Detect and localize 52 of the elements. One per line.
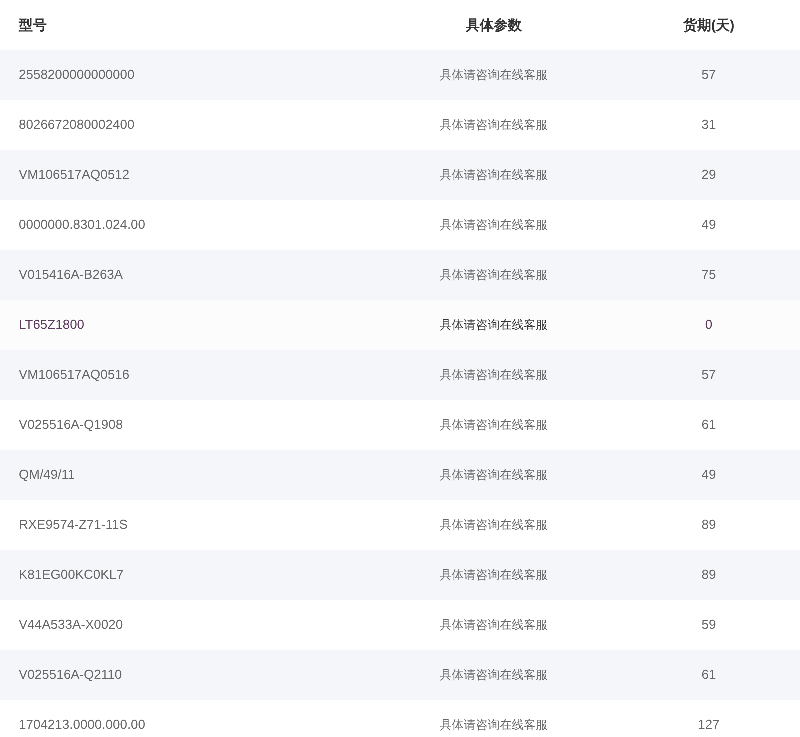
column-header: 具体参数 [466,16,522,32]
table-cell: 127 [698,717,720,732]
table-cell: 75 [702,267,716,282]
table-cell: LT65Z1800 [19,317,85,332]
table-cell: 具体请咨询在线客服 [440,418,548,432]
table-cell: 具体请咨询在线客服 [440,318,548,332]
table-cell: 1704213.0000.000.00 [19,717,146,732]
table-cell: 具体请咨询在线客服 [440,618,548,632]
table-cell: V015416A-B263A [19,267,124,282]
table-cell: 具体请咨询在线客服 [440,668,548,682]
table-row[interactable]: QM/49/11 具体请咨询在线客服 49 [0,450,800,500]
table-cell: 具体请咨询在线客服 [440,68,548,82]
table-cell: 具体请咨询在线客服 [440,568,548,582]
table-cell: 0 [705,317,713,332]
table-cell: 0000000.8301.024.00 [19,217,146,232]
table-cell: 具体请咨询在线客服 [440,368,548,382]
table-cell: RXE9574-Z71-11S [19,517,128,532]
table-cell: 49 [702,217,716,232]
table-cell: 2558200000000000 [19,67,135,82]
table-row[interactable]: VM106517AQ0512 具体请咨询在线客服 29 [0,150,800,200]
table-cell: 具体请咨询在线客服 [440,218,548,232]
table-cell: 8026672080002400 [19,117,135,132]
table-row[interactable]: 2558200000000000 具体请咨询在线客服 57 [0,50,800,100]
table-cell: K81EG00KC0KL7 [19,567,124,582]
table-cell: VM106517AQ0516 [19,367,130,382]
table-cell: 31 [702,117,716,132]
table-cell: 89 [702,517,716,532]
table-cell: 89 [702,567,716,582]
table-cell: V025516A-Q2110 [19,667,122,682]
table-row[interactable]: K81EG00KC0KL7 具体请咨询在线客服 89 [0,550,800,600]
table-row[interactable]: V015416A-B263A 具体请咨询在线客服 75 [0,250,800,300]
table-row[interactable]: VM106517AQ0516 具体请咨询在线客服 57 [0,350,800,400]
table-cell: V44A533A-X0020 [19,617,124,632]
table-row[interactable]: V025516A-Q2110 具体请咨询在线客服 61 [0,650,800,700]
column-header: 货期(天) [683,16,735,32]
table-cell: 具体请咨询在线客服 [440,518,548,532]
table-cell: 具体请咨询在线客服 [440,168,548,182]
table-cell: 59 [702,617,716,632]
table-cell: 57 [702,367,716,382]
table-cell: 具体请咨询在线客服 [440,118,548,132]
table-cell: VM106517AQ0512 [19,167,130,182]
table-cell: QM/49/11 [19,467,76,482]
table-cell: 61 [702,417,716,432]
table-cell: 49 [702,467,716,482]
table-cell: 29 [702,167,716,182]
table-cell: 具体请咨询在线客服 [440,718,548,732]
table-cell: V025516A-Q1908 [19,417,124,432]
table-cell: 具体请咨询在线客服 [440,468,548,482]
table-cell: 61 [702,667,716,682]
table-cell: 57 [702,67,716,82]
table-cell: 具体请咨询在线客服 [440,268,548,282]
column-header: 型号 [19,16,47,32]
